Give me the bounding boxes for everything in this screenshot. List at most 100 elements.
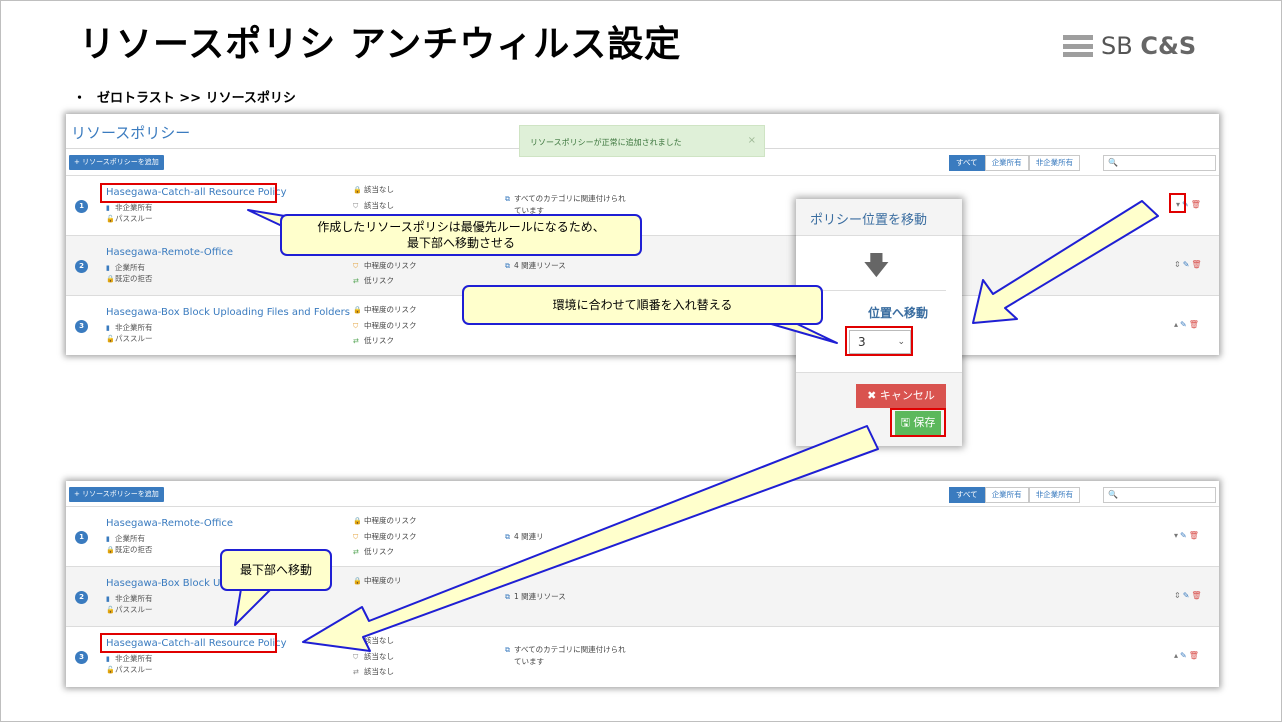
highlight-policy-name-before xyxy=(100,183,277,203)
associated-resources: ⧉ すべてのカテゴリに関連付けられ ています xyxy=(505,645,626,666)
add-resource-policy-button[interactable]: + リソースポリシーを追加 xyxy=(69,487,164,502)
cancel-button[interactable]: ✖ キャンセル xyxy=(856,384,946,408)
shield-icon: ⛉ xyxy=(353,262,359,270)
lock-icon: 🔒 xyxy=(353,517,362,525)
risk-level: 🔒 中程度のリスク xyxy=(353,305,417,314)
highlight-position-select xyxy=(845,326,913,356)
swap-arrows-icon: ⇄ xyxy=(353,337,359,345)
edit-pencil-icon[interactable]: ✎ xyxy=(1180,651,1187,660)
risk-level: ⇄ 低リスク xyxy=(353,547,394,556)
row-number-badge: 1 xyxy=(75,200,88,213)
row-actions: ▴ ✎ 🗑 xyxy=(1174,320,1199,329)
lock-icon: 🔒 xyxy=(353,306,362,314)
policy-name-link[interactable]: Hasegawa-Remote-Office xyxy=(106,247,233,258)
ownership-label: ▮ 非企業所有 xyxy=(106,203,153,212)
building-icon: ▮ xyxy=(106,324,110,332)
shield-icon: ⛉ xyxy=(353,202,359,210)
risk-level: 🔒 中程度のリスク xyxy=(353,516,417,525)
delete-trash-icon[interactable]: 🗑 xyxy=(1191,260,1201,269)
risk-level: ⛉ 中程度のリスク xyxy=(353,532,417,541)
move-down-icon[interactable]: ▾ xyxy=(1174,531,1178,540)
unlock-icon: 🔓 xyxy=(106,335,115,343)
building-icon: ▮ xyxy=(106,204,110,212)
breadcrumb-bullet: ・ xyxy=(73,91,87,106)
callout-reorder: 環境に合わせて順番を入れ替える xyxy=(462,285,823,325)
slide-title: リソースポリシ アンチウィルス設定 xyxy=(79,24,682,65)
access-label: 🔓パススルー xyxy=(106,214,153,223)
access-label: 🔒既定の拒否 xyxy=(106,274,153,283)
search-input[interactable]: 🔍 xyxy=(1103,487,1216,503)
risk-level: 🔒 該当なし xyxy=(353,636,394,645)
logo-text-cs: C&S xyxy=(1140,32,1197,60)
delete-trash-icon[interactable]: 🗑 xyxy=(1191,200,1201,209)
access-label: 🔓パススルー xyxy=(106,665,153,674)
policy-toolbar: + リソースポリシーを追加 すべて 企業所有 非企業所有 🔍 xyxy=(69,487,1216,503)
building-icon: ▮ xyxy=(106,595,110,603)
delete-trash-icon[interactable]: 🗑 xyxy=(1189,531,1199,540)
associated-resources: ⧉ 4 関連リ xyxy=(505,532,544,541)
ownership-label: ▮ 非企業所有 xyxy=(106,594,153,603)
edit-pencil-icon[interactable]: ✎ xyxy=(1180,531,1187,540)
building-icon: ▮ xyxy=(106,535,110,543)
risk-level: ⛉ 該当なし xyxy=(353,201,394,210)
move-updown-icon[interactable]: ⇕ xyxy=(1174,591,1181,600)
access-label: 🔓パススルー xyxy=(106,605,153,614)
lock-icon: 🔒 xyxy=(106,275,115,283)
ownership-label: ▮ 企業所有 xyxy=(106,263,145,272)
access-label: 🔓パススルー xyxy=(106,334,153,343)
ownership-filter: すべて 企業所有 非企業所有 xyxy=(949,487,1081,503)
delete-trash-icon[interactable]: 🗑 xyxy=(1189,320,1199,329)
breadcrumb-text: ゼロトラスト >> リソースポリシ xyxy=(97,91,296,106)
associated-resources: ⧉ 1 関連リソース xyxy=(505,592,566,601)
policy-name-link[interactable]: Hasegawa-Box Block Uplo xyxy=(106,578,236,589)
filter-corporate-button[interactable]: 企業所有 xyxy=(984,487,1029,503)
risk-level: 🔒 該当なし xyxy=(353,185,394,194)
edit-pencil-icon[interactable]: ✎ xyxy=(1183,591,1190,600)
unlock-icon: 🔓 xyxy=(106,215,115,223)
row-number-badge: 2 xyxy=(75,260,88,273)
row-number-badge: 1 xyxy=(75,531,88,544)
filter-corporate-button[interactable]: 企業所有 xyxy=(984,155,1029,171)
edit-pencil-icon[interactable]: ✎ xyxy=(1180,320,1187,329)
row-number-badge: 3 xyxy=(75,651,88,664)
filter-all-button[interactable]: すべて xyxy=(949,155,985,171)
lock-icon: 🔒 xyxy=(353,186,362,194)
add-resource-policy-button[interactable]: + リソースポリシーを追加 xyxy=(69,155,164,170)
toast-close-icon[interactable]: × xyxy=(748,135,756,146)
link-icon: ⧉ xyxy=(505,195,510,203)
ownership-filter: すべて 企業所有 非企業所有 xyxy=(949,155,1081,171)
delete-trash-icon[interactable]: 🗑 xyxy=(1189,651,1199,660)
edit-pencil-icon[interactable]: ✎ xyxy=(1183,260,1190,269)
link-icon: ⧉ xyxy=(505,646,510,654)
swap-arrows-icon: ⇄ xyxy=(353,668,359,676)
filter-non-corporate-button[interactable]: 非企業所有 xyxy=(1028,155,1081,171)
row-actions: ⇕ ✎ 🗑 xyxy=(1174,260,1202,269)
policy-name-link[interactable]: Hasegawa-Box Block Uploading Files and F… xyxy=(106,307,350,318)
panel-title: リソースポリシー xyxy=(71,124,191,142)
building-icon: ▮ xyxy=(106,264,110,272)
shield-icon: ⛉ xyxy=(353,322,359,330)
swap-arrows-icon: ⇄ xyxy=(353,548,359,556)
row-actions: ⇕ ✎ 🗑 xyxy=(1174,591,1202,600)
building-icon: ▮ xyxy=(106,655,110,663)
filter-non-corporate-button[interactable]: 非企業所有 xyxy=(1028,487,1081,503)
ownership-label: ▮ 非企業所有 xyxy=(106,323,153,332)
row-number-badge: 2 xyxy=(75,591,88,604)
policy-name-link[interactable]: Hasegawa-Remote-Office xyxy=(106,518,233,529)
shield-icon: ⛉ xyxy=(353,653,359,661)
move-updown-icon[interactable]: ⇕ xyxy=(1174,260,1181,269)
move-up-icon[interactable]: ▴ xyxy=(1174,651,1178,660)
callout-move-to-bottom: 作成したリソースポリシは最優先ルールになるため、 最下部へ移動させる xyxy=(280,214,642,256)
delete-trash-icon[interactable]: 🗑 xyxy=(1191,591,1201,600)
ownership-label: ▮ 非企業所有 xyxy=(106,654,153,663)
sbcs-logo: SB C&S xyxy=(1063,31,1196,61)
highlight-move-icon xyxy=(1169,193,1186,213)
slide: リソースポリシ アンチウィルス設定 SB C&S ・ゼロトラスト >> リソース… xyxy=(0,0,1282,722)
search-input[interactable]: 🔍 xyxy=(1103,155,1216,171)
highlight-save-button xyxy=(890,408,946,437)
filter-all-button[interactable]: すべて xyxy=(949,487,985,503)
ownership-label: ▮ 企業所有 xyxy=(106,534,145,543)
link-icon: ⧉ xyxy=(505,262,510,270)
move-up-icon[interactable]: ▴ xyxy=(1174,320,1178,329)
row-actions: ▾ ✎ 🗑 xyxy=(1174,531,1199,540)
